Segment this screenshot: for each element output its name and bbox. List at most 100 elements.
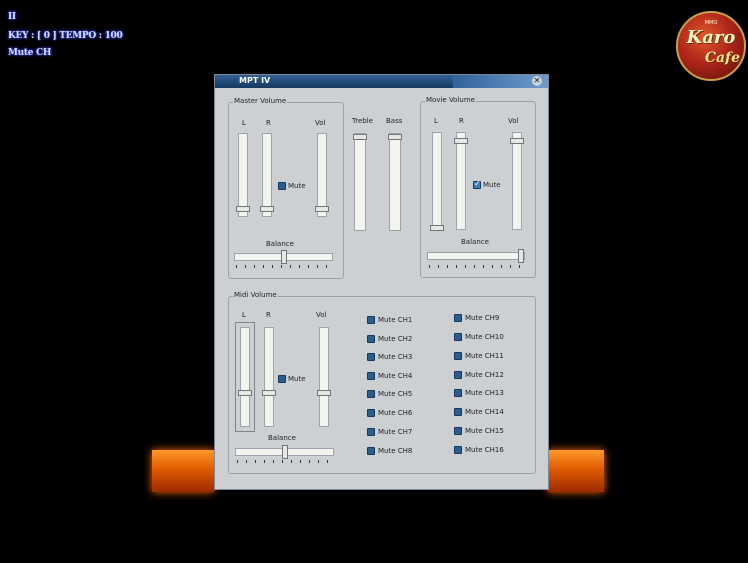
orange-bar-left (152, 450, 214, 492)
midi-balance-label: Balance (268, 434, 296, 442)
midi-vol-thumb[interactable] (317, 390, 331, 396)
master-balance-label: Balance (266, 240, 294, 248)
mute-ch10-label: Mute CH10 (465, 333, 504, 341)
treble-thumb[interactable] (353, 134, 367, 140)
mixer-window: MPT IV ✕ Master Volume L R Vol Mute Bala… (214, 74, 549, 490)
bass-thumb[interactable] (388, 134, 402, 140)
close-icon[interactable]: ✕ (532, 76, 542, 86)
movie-volume-group: Movie Volume L R Vol Mute Balance (420, 96, 536, 278)
mute-ch9-checkbox[interactable] (454, 314, 462, 322)
treble-slider[interactable] (353, 133, 367, 231)
midi-r-slider[interactable] (262, 327, 276, 427)
mute-ch9-label: Mute CH9 (465, 314, 500, 322)
title-bar[interactable]: MPT IV ✕ (215, 75, 548, 88)
mute-ch15-label: Mute CH15 (465, 427, 504, 435)
master-r-slider[interactable] (260, 133, 274, 217)
mute-ch4-label: Mute CH4 (378, 372, 413, 380)
mute-ch4-checkbox[interactable] (367, 372, 375, 380)
bass-slider[interactable] (388, 133, 402, 231)
midi-vol-slider[interactable] (317, 327, 331, 427)
midi-mute-checkbox[interactable] (278, 375, 286, 383)
mute-ch11-checkbox[interactable] (454, 352, 462, 360)
movie-mute-label: Mute (483, 181, 501, 189)
midi-mute-label: Mute (288, 375, 306, 383)
orange-bar-right (548, 450, 604, 492)
mute-ch16-label: Mute CH16 (465, 446, 504, 454)
mute-ch16-checkbox[interactable] (454, 446, 462, 454)
logo-cafe-text: Cafe (704, 50, 740, 66)
midi-volume-group: Midi Volume L R Vol Mute Balance Mute CH… (228, 291, 536, 474)
movie-r-label: R (459, 117, 464, 125)
mute-ch5-checkbox[interactable] (367, 390, 375, 398)
midi-balance-thumb[interactable] (282, 445, 288, 459)
midi-balance-ticks (237, 460, 333, 463)
mute-ch8-label: Mute CH8 (378, 447, 413, 455)
master-r-thumb[interactable] (260, 206, 274, 212)
mute-ch10-checkbox[interactable] (454, 333, 462, 341)
master-balance-ticks (236, 265, 332, 268)
mute-ch1-checkbox[interactable] (367, 316, 375, 324)
mute-ch6-label: Mute CH6 (378, 409, 413, 417)
treble-label: Treble (352, 117, 373, 125)
mute-ch13-label: Mute CH13 (465, 389, 504, 397)
movie-balance-ticks (429, 265, 524, 268)
movie-balance-label: Balance (461, 238, 489, 246)
movie-mute-checkbox[interactable] (473, 179, 481, 189)
master-l-slider[interactable] (236, 133, 250, 217)
mute-ch11-label: Mute CH11 (465, 352, 504, 360)
master-l-label: L (242, 119, 246, 127)
master-vol-thumb[interactable] (315, 206, 329, 212)
karaoke-cafe-logo: MMO Karo Cafe (676, 11, 746, 81)
movie-vol-thumb[interactable] (510, 138, 524, 144)
midi-l-label: L (242, 311, 246, 319)
window-title: MPT IV (239, 76, 271, 85)
logo-karo-text: Karo (686, 27, 736, 48)
movie-l-slider[interactable] (430, 132, 444, 231)
mute-ch2-label: Mute CH2 (378, 335, 413, 343)
mute-ch14-label: Mute CH14 (465, 408, 504, 416)
mute-ch5-label: Mute CH5 (378, 390, 413, 398)
master-volume-label: Master Volume (233, 97, 288, 105)
movie-balance-slider[interactable] (427, 249, 525, 263)
mute-ch3-label: Mute CH3 (378, 353, 413, 361)
midi-volume-label: Midi Volume (233, 291, 278, 299)
midi-r-thumb[interactable] (262, 390, 276, 396)
mute-ch7-checkbox[interactable] (367, 428, 375, 436)
master-r-label: R (266, 119, 271, 127)
mute-ch12-checkbox[interactable] (454, 371, 462, 379)
mute-ch8-checkbox[interactable] (367, 447, 375, 455)
mute-ch2-checkbox[interactable] (367, 335, 375, 343)
mute-ch13-checkbox[interactable] (454, 389, 462, 397)
master-vol-slider[interactable] (315, 133, 329, 217)
mute-ch1-label: Mute CH1 (378, 316, 413, 324)
master-volume-group: Master Volume L R Vol Mute Balance (228, 97, 344, 279)
master-balance-slider[interactable] (234, 250, 333, 264)
mute-ch-status: Mute CH (8, 48, 52, 58)
movie-vol-slider[interactable] (510, 132, 524, 230)
midi-l-slider[interactable] (238, 327, 252, 427)
midi-l-thumb[interactable] (238, 390, 252, 396)
master-vol-label: Vol (315, 119, 326, 127)
playback-indicator: II (8, 12, 16, 22)
movie-r-thumb[interactable] (454, 138, 468, 144)
key-tempo-readout: KEY : [ 0 ] TEMPO : 100 (8, 31, 123, 41)
midi-vol-label: Vol (316, 311, 327, 319)
movie-l-thumb[interactable] (430, 225, 444, 231)
midi-balance-slider[interactable] (235, 445, 334, 459)
mute-ch3-checkbox[interactable] (367, 353, 375, 361)
master-balance-thumb[interactable] (281, 250, 287, 264)
midi-r-label: R (266, 311, 271, 319)
movie-l-label: L (434, 117, 438, 125)
mute-ch6-checkbox[interactable] (367, 409, 375, 417)
master-l-thumb[interactable] (236, 206, 250, 212)
bass-label: Bass (386, 117, 403, 125)
movie-balance-thumb[interactable] (518, 249, 524, 263)
mute-ch14-checkbox[interactable] (454, 408, 462, 416)
movie-vol-label: Vol (508, 117, 519, 125)
movie-r-slider[interactable] (454, 132, 468, 230)
movie-volume-label: Movie Volume (425, 96, 476, 104)
master-mute-checkbox[interactable] (278, 182, 286, 190)
mute-ch7-label: Mute CH7 (378, 428, 413, 436)
mute-ch15-checkbox[interactable] (454, 427, 462, 435)
mute-ch12-label: Mute CH12 (465, 371, 504, 379)
